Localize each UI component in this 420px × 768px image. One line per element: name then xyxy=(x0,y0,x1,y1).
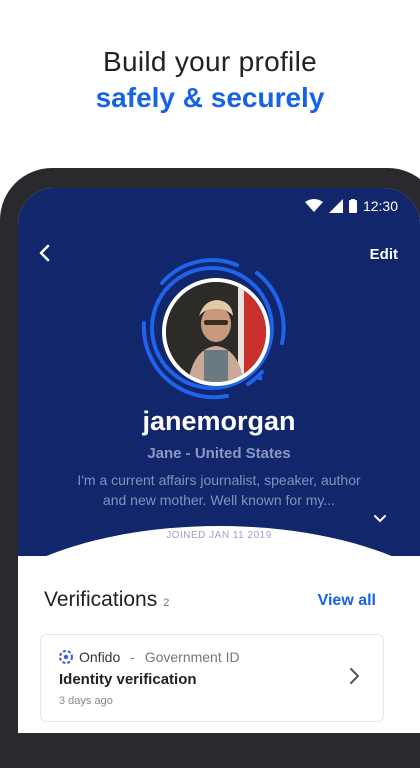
status-bar: 12:30 xyxy=(304,198,398,214)
avatar-ring xyxy=(132,248,292,408)
verifications-heading: Verifications 2 xyxy=(44,588,169,612)
signal-icon xyxy=(328,199,343,213)
bio-line-2: and new mother. Well known for my... xyxy=(102,492,336,508)
verification-type: Government ID xyxy=(144,649,240,665)
hero-curve xyxy=(18,526,420,646)
edit-button[interactable]: Edit xyxy=(370,246,398,263)
open-verification-button[interactable] xyxy=(349,667,361,690)
verification-separator: - xyxy=(126,649,139,665)
view-all-link[interactable]: View all xyxy=(318,592,376,610)
bio-line-1: I'm a current affairs journalist, speake… xyxy=(77,472,361,488)
verification-time: 3 days ago xyxy=(59,695,113,707)
headline: Build your profile safely & securely xyxy=(0,44,420,116)
battery-icon xyxy=(348,199,357,213)
joined-date: JOINED JAN 11 2019 xyxy=(166,530,272,541)
verification-provider: Onfido xyxy=(79,649,121,665)
avatar xyxy=(162,278,270,386)
phone-screen: 12:30 Edit janemorgan Jane - United Stat… xyxy=(18,188,420,733)
profile-username: janemorgan xyxy=(142,406,296,436)
status-time: 12:30 xyxy=(362,198,398,214)
verification-provider-row: Onfido - Government ID xyxy=(59,649,240,665)
back-button[interactable] xyxy=(36,244,54,267)
chevron-left-icon xyxy=(39,244,50,262)
headline-line2: safely & securely xyxy=(95,82,325,113)
verification-card[interactable]: Onfido - Government ID Identity verifica… xyxy=(40,634,384,722)
profile-photo xyxy=(166,282,266,382)
wifi-icon xyxy=(304,199,323,212)
verification-name: Identity verification xyxy=(59,671,197,688)
headline-line1: Build your profile xyxy=(103,46,317,77)
expand-bio-button[interactable] xyxy=(374,510,386,528)
profile-subtitle: Jane - United States xyxy=(147,445,291,462)
profile-bio[interactable]: I'm a current affairs journalist, speake… xyxy=(42,470,396,510)
chevron-down-icon xyxy=(374,515,386,523)
onfido-logo-icon xyxy=(59,650,73,664)
verifications-title: Verifications xyxy=(44,588,158,611)
chevron-right-icon xyxy=(350,668,359,684)
verifications-count: 2 xyxy=(163,597,170,609)
